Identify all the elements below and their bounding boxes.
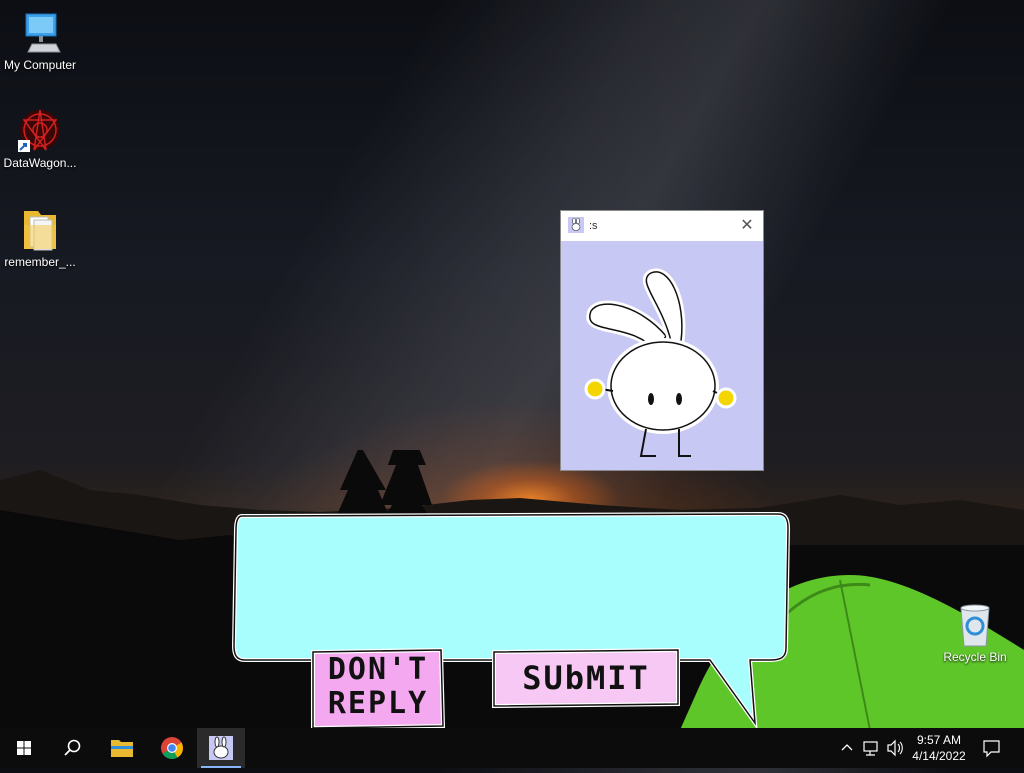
desktop-icon-remember[interactable]: remember_... bbox=[0, 205, 80, 269]
file-explorer-icon[interactable] bbox=[98, 728, 146, 768]
dont-reply-label-line1: DON'T bbox=[327, 652, 429, 687]
popup-title: :s bbox=[589, 220, 598, 232]
dont-reply-label-line2: REPLY bbox=[327, 686, 429, 721]
desktop-icon-datawagon[interactable]: DataWagon... bbox=[0, 106, 80, 170]
desktop-icon-my-computer[interactable]: My Computer bbox=[0, 8, 80, 72]
taskbar-clock[interactable]: 9:57 AM 4/14/2022 bbox=[906, 732, 972, 764]
bunny-illustration bbox=[584, 268, 737, 457]
folder-icon bbox=[16, 205, 64, 253]
desktop-icon-label: remember_... bbox=[4, 255, 76, 269]
clock-date: 4/14/2022 bbox=[912, 749, 966, 763]
submit-label: SUbMIT bbox=[522, 659, 650, 697]
taskbar: 9:57 AM 4/14/2022 bbox=[0, 728, 1024, 768]
search-icon[interactable] bbox=[48, 728, 96, 768]
notification-icon[interactable] bbox=[980, 728, 1004, 768]
chevron-up-icon[interactable] bbox=[836, 728, 858, 768]
bunny-popup-window: :s ✕ bbox=[560, 210, 764, 471]
clock-time: 9:57 AM bbox=[916, 733, 962, 747]
reply-text-input[interactable] bbox=[248, 525, 777, 651]
desktop-icon-label: DataWagon... bbox=[3, 156, 77, 170]
submit-button[interactable]: SUbMIT bbox=[490, 648, 682, 708]
desktop-icon-recycle-bin[interactable]: Recycle Bin bbox=[935, 600, 1015, 664]
desktop-icon-label: Recycle Bin bbox=[943, 650, 1007, 664]
desktop-icon-label: My Computer bbox=[3, 58, 77, 72]
popup-title-bar[interactable]: :s ✕ bbox=[561, 211, 763, 241]
chrome-icon[interactable] bbox=[148, 728, 196, 768]
volume-icon[interactable] bbox=[884, 728, 906, 768]
recycle-bin-icon bbox=[951, 600, 999, 648]
bunny-app-icon bbox=[568, 217, 584, 233]
datawagon-icon bbox=[16, 106, 64, 154]
bunny-app-icon[interactable] bbox=[197, 728, 245, 768]
network-icon[interactable] bbox=[860, 728, 882, 768]
computer-icon bbox=[16, 8, 64, 56]
windows-start-icon[interactable] bbox=[0, 728, 48, 768]
close-icon[interactable]: ✕ bbox=[737, 216, 757, 236]
dont-reply-button[interactable]: DON'T REPLY bbox=[309, 648, 447, 732]
